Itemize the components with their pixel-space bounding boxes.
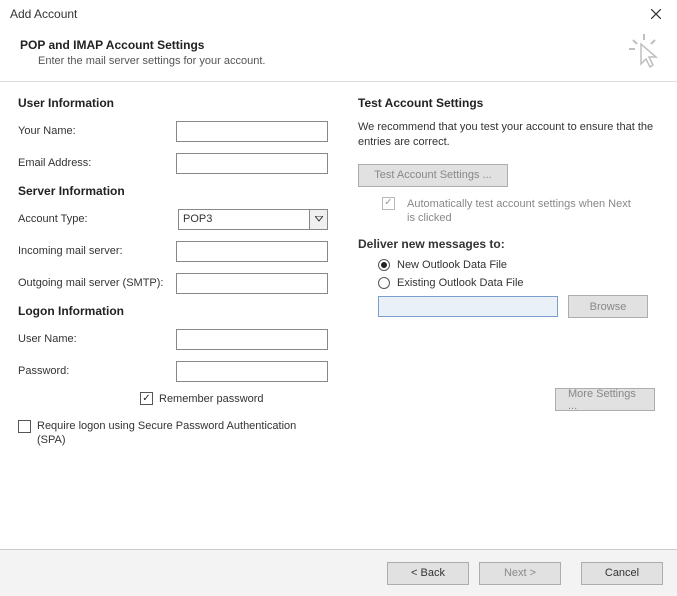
new-file-row: New Outlook Data File [378, 259, 655, 271]
incoming-input[interactable] [176, 241, 328, 262]
browse-button-label: Browse [590, 301, 627, 313]
password-row: Password: [18, 360, 328, 382]
cancel-button[interactable]: Cancel [581, 562, 663, 585]
left-column: User Information Your Name: Email Addres… [18, 96, 328, 448]
existing-file-row: Existing Outlook Data File [378, 277, 655, 289]
new-file-label: New Outlook Data File [397, 259, 507, 271]
your-name-row: Your Name: [18, 120, 328, 142]
auto-test-row: Automatically test account settings when… [382, 197, 655, 226]
window-title: Add Account [10, 7, 77, 21]
more-settings-button[interactable]: More Settings ... [555, 388, 655, 411]
next-button-label: Next > [504, 567, 536, 579]
deliver-title: Deliver new messages to: [358, 237, 655, 251]
more-settings-row: More Settings ... [358, 388, 655, 411]
account-type-row: Account Type: POP3 [18, 208, 328, 230]
existing-file-browse-row: Browse [378, 295, 655, 318]
spa-row: Require logon using Secure Password Auth… [18, 419, 328, 448]
spa-label: Require logon using Secure Password Auth… [37, 419, 297, 448]
email-label: Email Address: [18, 157, 176, 169]
logon-info-title: Logon Information [18, 304, 328, 318]
auto-test-label: Automatically test account settings when… [407, 197, 637, 226]
titlebar: Add Account [0, 0, 677, 28]
username-label: User Name: [18, 333, 176, 345]
back-button-label: < Back [411, 567, 445, 579]
close-button[interactable] [641, 3, 671, 25]
server-info-title: Server Information [18, 184, 328, 198]
test-settings-desc: We recommend that you test your account … [358, 120, 655, 150]
incoming-label: Incoming mail server: [18, 245, 176, 257]
test-account-button-label: Test Account Settings ... [374, 169, 491, 181]
email-input[interactable] [176, 153, 328, 174]
password-label: Password: [18, 365, 176, 377]
wizard-header: POP and IMAP Account Settings Enter the … [0, 28, 677, 81]
user-info-title: User Information [18, 96, 328, 110]
incoming-row: Incoming mail server: [18, 240, 328, 262]
your-name-label: Your Name: [18, 125, 176, 137]
password-input[interactable] [176, 361, 328, 382]
wizard-footer: < Back Next > Cancel [0, 550, 677, 596]
chevron-down-icon [309, 210, 327, 229]
account-type-value: POP3 [179, 213, 309, 225]
outgoing-row: Outgoing mail server (SMTP): [18, 272, 328, 294]
existing-file-radio[interactable] [378, 277, 390, 289]
existing-file-input [378, 296, 558, 317]
existing-file-label: Existing Outlook Data File [397, 277, 524, 289]
account-type-select[interactable]: POP3 [178, 209, 328, 230]
browse-button: Browse [568, 295, 648, 318]
test-settings-title: Test Account Settings [358, 96, 655, 110]
remember-password-checkbox[interactable] [140, 392, 153, 405]
content-area: User Information Your Name: Email Addres… [0, 82, 677, 458]
wizard-title: POP and IMAP Account Settings [20, 38, 657, 52]
right-column: Test Account Settings We recommend that … [358, 96, 659, 448]
username-input[interactable] [176, 329, 328, 350]
account-type-label: Account Type: [18, 213, 178, 225]
spa-checkbox[interactable] [18, 420, 31, 433]
test-account-button[interactable]: Test Account Settings ... [358, 164, 508, 187]
auto-test-checkbox [382, 197, 395, 210]
more-settings-button-label: More Settings ... [568, 388, 642, 412]
close-icon [651, 9, 661, 19]
your-name-input[interactable] [176, 121, 328, 142]
back-button[interactable]: < Back [387, 562, 469, 585]
cursor-icon [629, 34, 659, 70]
wizard-subtitle: Enter the mail server settings for your … [38, 55, 657, 67]
new-file-radio[interactable] [378, 259, 390, 271]
remember-password-label: Remember password [159, 393, 264, 405]
email-row: Email Address: [18, 152, 328, 174]
outgoing-label: Outgoing mail server (SMTP): [18, 277, 176, 289]
next-button[interactable]: Next > [479, 562, 561, 585]
username-row: User Name: [18, 328, 328, 350]
outgoing-input[interactable] [176, 273, 328, 294]
cancel-button-label: Cancel [605, 567, 639, 579]
remember-password-row: Remember password [140, 392, 328, 405]
